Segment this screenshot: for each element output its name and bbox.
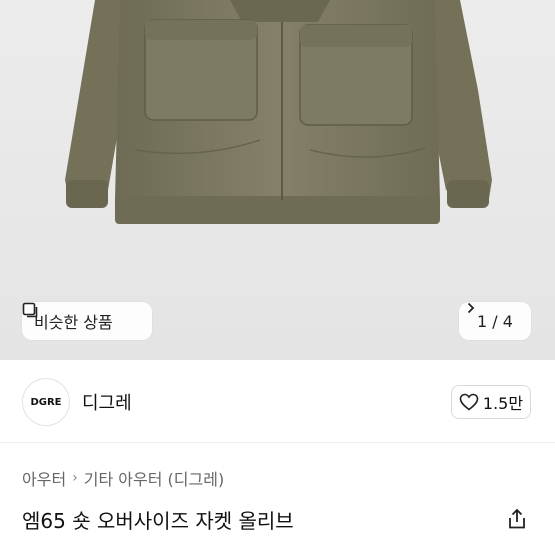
seller-name[interactable]: 디그레 [82,389,132,415]
breadcrumb-level2[interactable]: 기타 아우터 (디그레) [84,466,224,490]
like-count: 1.5만 [482,394,524,413]
seller-row[interactable]: DGRE 디그레 1.5만 [0,362,555,443]
breadcrumb-level1[interactable]: 아우터 [22,466,66,490]
similar-items-icon [22,302,38,318]
similar-products-label: 비슷한 상품 [34,313,113,332]
heart-icon [459,393,479,411]
similar-products-button[interactable]: 비슷한 상품 [22,302,152,340]
like-button[interactable]: 1.5만 [451,385,531,419]
chevron-right-icon: › [72,470,78,486]
page-indicator-text: 1 / 4 [477,311,513,331]
product-image-gallery[interactable]: 비슷한 상품 1 / 4 [0,0,555,360]
breadcrumb: 아우터 › 기타 아우터 (디그레) [22,466,224,490]
seller-logo[interactable]: DGRE [22,378,70,426]
image-page-indicator[interactable]: 1 / 4 [459,302,531,340]
seller-logo-text: DGRE [30,396,62,408]
product-title: 엠65 숏 오버사이즈 자켓 올리브 [22,509,294,533]
chevron-right-icon [467,302,475,314]
share-icon[interactable] [505,507,529,531]
